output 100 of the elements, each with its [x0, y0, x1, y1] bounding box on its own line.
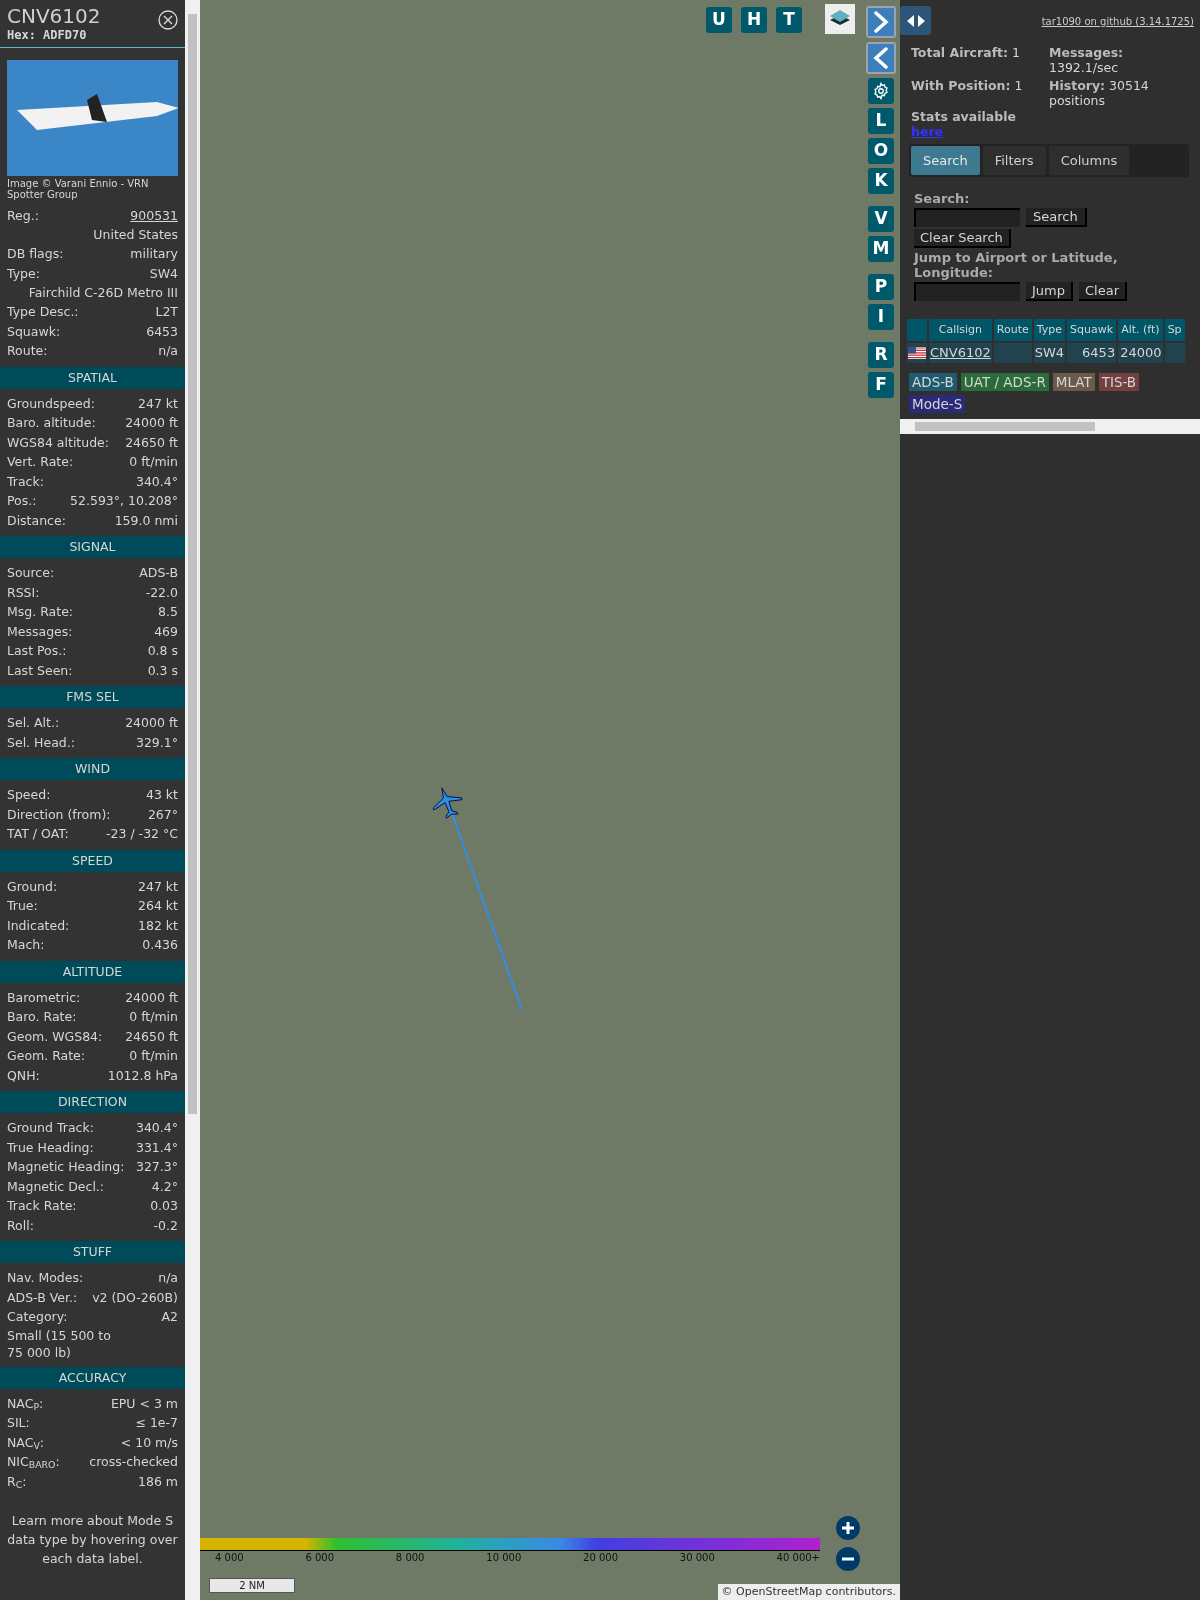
field-value: 24650 ft: [125, 1027, 178, 1046]
field-label: NAC$_{V}$:: [7, 1433, 45, 1452]
map-toggle-button[interactable]: K: [868, 168, 894, 194]
field-value: 24000 ft: [125, 714, 178, 732]
field-value: 24000 ft: [125, 988, 178, 1007]
section-header: WIND: [0, 758, 185, 780]
panel-toggle-button[interactable]: [900, 6, 931, 35]
map-toggle-button[interactable]: I: [868, 304, 894, 330]
settings-button[interactable]: [868, 78, 894, 104]
registration-link[interactable]: 900531: [130, 206, 178, 225]
map-toggle-button[interactable]: F: [868, 372, 894, 398]
tab[interactable]: Search: [911, 146, 980, 175]
map-toggle-button[interactable]: M: [868, 236, 894, 262]
aircraft-icon[interactable]: [430, 785, 464, 819]
altitude-label: 40 000+: [776, 1551, 820, 1565]
field-value: military: [130, 245, 178, 263]
table-cell: [993, 343, 1032, 363]
field-value: 0 ft/min: [129, 453, 178, 471]
field-label: Messages:: [7, 622, 73, 641]
field-label: R$_{C}$:: [7, 1472, 27, 1491]
column-header[interactable]: Sp: [1164, 319, 1185, 341]
map-toggle-button[interactable]: O: [868, 138, 894, 164]
map-toggle-button[interactable]: U: [706, 7, 732, 33]
field-label: Geom. Rate:: [7, 1047, 86, 1065]
field-label: Squawk:: [7, 322, 61, 341]
map-toggle-button[interactable]: H: [741, 7, 767, 33]
stat-text: History: 30514 positions: [1049, 78, 1150, 108]
altitude-label: 20 000: [583, 1551, 619, 1565]
column-header[interactable]: Alt. (ft): [1118, 319, 1163, 341]
field-value: 247 kt: [138, 877, 178, 896]
tab[interactable]: Filters: [982, 146, 1046, 175]
column-header[interactable]: Callsign: [929, 319, 992, 341]
zoom-in-button[interactable]: [836, 1516, 860, 1540]
field-value: cross-checked: [89, 1453, 178, 1471]
field-value: n/a: [158, 342, 178, 360]
panel-toggle-button[interactable]: [866, 42, 896, 74]
chevron-right-icon: [872, 11, 890, 33]
field-label: DB flags:: [7, 245, 64, 263]
layers-button[interactable]: [825, 4, 855, 34]
horizontal-scrollbar[interactable]: [900, 418, 1200, 434]
search-button[interactable]: Search: [1026, 208, 1087, 227]
altitude-label: 6 000: [305, 1551, 335, 1565]
column-header[interactable]: Route: [993, 319, 1032, 341]
field-label: Roll:: [7, 1216, 34, 1235]
field-label: NAC$_{P}$:: [7, 1394, 44, 1413]
field-value: 340.4°: [135, 472, 178, 491]
version-link[interactable]: tar1090 on github (3.14.1725): [1041, 14, 1194, 29]
field-value: -23 / -32 °C: [106, 825, 178, 843]
source-legend-tag: UAT / ADS-R: [960, 372, 1049, 391]
tab[interactable]: Columns: [1048, 146, 1130, 175]
source-legend-tag: ADS-B: [909, 372, 957, 391]
field-label: True Heading:: [7, 1138, 94, 1157]
field-label: Nav. Modes:: [7, 1269, 84, 1287]
source-legend-tag: TIS-B: [1098, 372, 1140, 391]
map-toggle-button[interactable]: P: [868, 274, 894, 300]
field-value: 0.3 s: [147, 661, 178, 680]
field-value: 1012.8 hPa: [107, 1066, 178, 1085]
table-cell: 24000: [1118, 343, 1163, 363]
field-value: EPU < 3 m: [110, 1394, 178, 1413]
map-toggle-button[interactable]: L: [868, 108, 894, 134]
settings-icon: [872, 82, 890, 100]
field-value: SW4: [149, 264, 178, 283]
field-value: 159.0 nmi: [114, 511, 178, 530]
map-toggle-button[interactable]: V: [868, 206, 894, 232]
zoom-out-button[interactable]: [836, 1547, 860, 1571]
field-value: 0 ft/min: [129, 1008, 178, 1026]
column-header[interactable]: Type: [1033, 319, 1066, 341]
jump-button[interactable]: Jump: [1026, 282, 1073, 301]
stat-text: Messages: 1392.1/sec: [1049, 45, 1125, 75]
field-value: 8.5: [158, 603, 178, 621]
field-label: Route:: [7, 342, 48, 360]
field-label: Baro. altitude:: [7, 414, 96, 432]
clear-search-button[interactable]: Clear Search: [914, 229, 1011, 248]
map[interactable]: U H T L O K V M P I R F 4 000 6 000 8 000 10 000 20 000 30 000 40 000+ 2 NM © OpenStreetMap contributors.: [200, 0, 900, 1600]
field-label: Category:: [7, 1308, 68, 1326]
field-value: 0.8 s: [147, 642, 178, 660]
field-value: n/a: [158, 1269, 178, 1287]
field-value: 4.2°: [151, 1177, 178, 1196]
table-cell: SW4: [1033, 343, 1066, 363]
altitude-label: 10 000: [486, 1551, 522, 1565]
field-label: Type Desc.:: [7, 303, 79, 321]
source-legend-tag: MLAT: [1052, 372, 1095, 391]
help-text: Learn more about Mode S data type by hovering over each data label.: [6, 1512, 179, 1568]
search-field[interactable]: [914, 208, 1020, 227]
map-toggle-button[interactable]: R: [868, 342, 894, 368]
clear-button[interactable]: Clear: [1079, 282, 1127, 301]
field-value: L2T: [155, 303, 178, 321]
section-header: SIGNAL: [0, 536, 185, 558]
vertical-scrollbar[interactable]: [185, 0, 200, 1600]
flag-icon: [908, 346, 926, 359]
close-icon[interactable]: [158, 10, 178, 30]
field-label: Ground:: [7, 877, 58, 896]
scale-bar: 2 NM: [209, 1578, 295, 1593]
map-toggle-button[interactable]: T: [776, 7, 802, 33]
column-header[interactable]: Squawk: [1067, 319, 1117, 341]
field-label: QNH:: [7, 1066, 40, 1085]
jump-field[interactable]: [914, 282, 1020, 301]
panel-toggle-button[interactable]: [866, 6, 896, 38]
field-value: ≤ 1e-7: [135, 1414, 178, 1432]
plus-icon: [841, 1521, 855, 1535]
